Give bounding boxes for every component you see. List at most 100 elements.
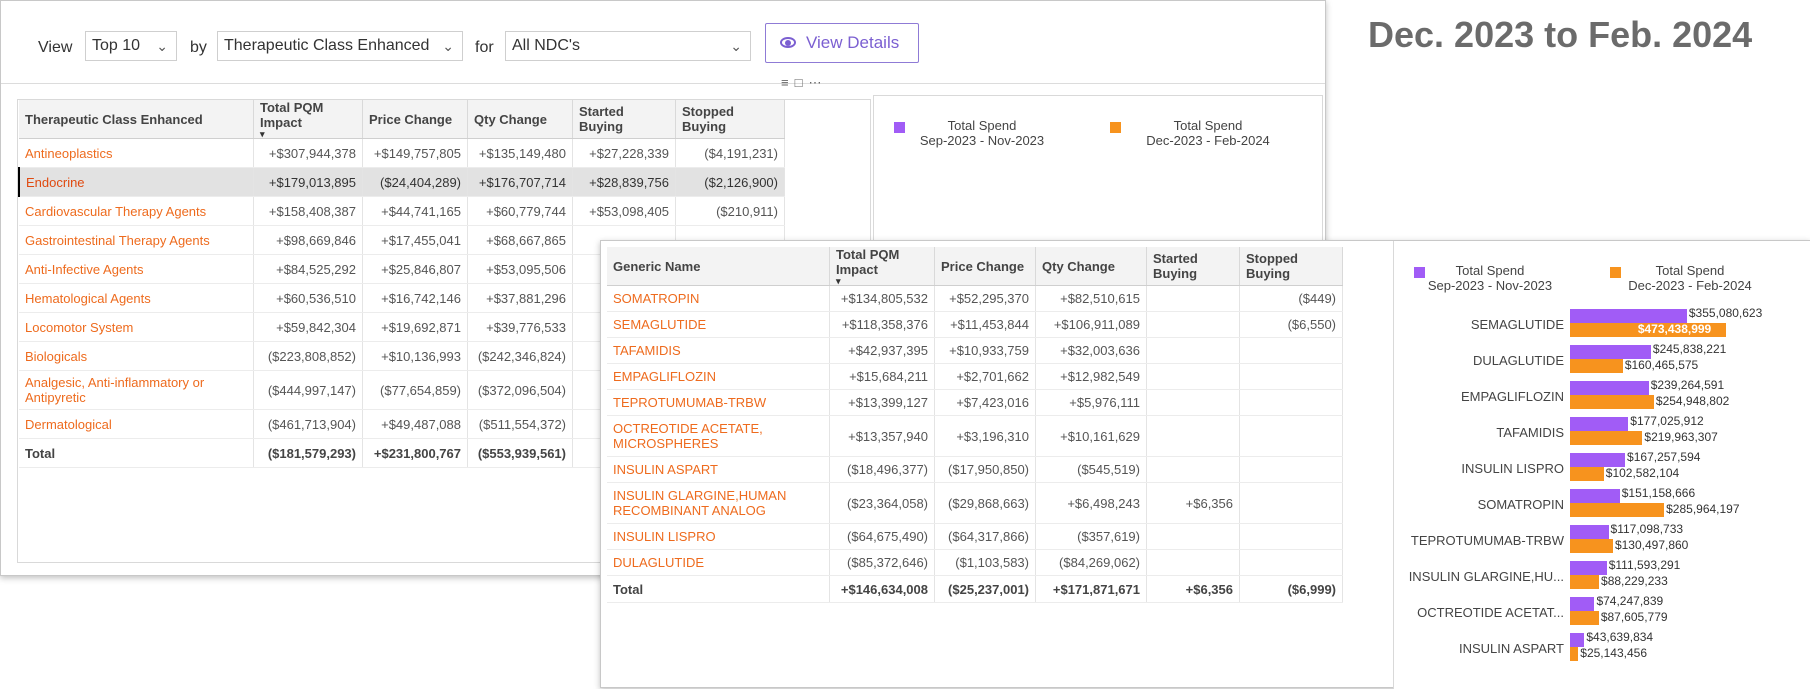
row-name-link[interactable]: SEMAGLUTIDE <box>607 311 830 338</box>
bar-value-label: $88,229,233 <box>1601 574 1668 588</box>
column-header-label: Total PQM Impact <box>260 100 324 130</box>
bar-series-2[interactable] <box>1570 575 1600 589</box>
row-name-link[interactable]: Antineoplastics <box>19 138 254 168</box>
cell-qty-change: ($242,346,824) <box>467 341 573 371</box>
column-header-started-buying[interactable]: Started Buying <box>1146 247 1240 286</box>
column-header-price-change[interactable]: Price Change <box>362 100 468 139</box>
cell-price-change: ($77,654,859) <box>362 370 468 410</box>
table-row[interactable]: OCTREOTIDE ACETATE, MICROSPHERES +$13,357… <box>607 415 1343 457</box>
ndc-filter-select[interactable]: All NDC's ⌄ <box>505 31 751 61</box>
sort-desc-icon[interactable]: ▾ <box>836 277 928 286</box>
cell-price-change: +$149,757,805 <box>362 138 468 168</box>
bar-series-1[interactable] <box>1570 489 1620 503</box>
row-name-link[interactable]: Hematological Agents <box>19 283 254 313</box>
spend-chart-panel: Total Spend Sep-2023 - Nov-2023 Total Sp… <box>1393 241 1810 689</box>
bar-series-2[interactable] <box>1570 467 1604 481</box>
row-name-link[interactable]: TAFAMIDIS <box>607 337 830 364</box>
top-n-select[interactable]: Top 10 ⌄ <box>85 31 177 61</box>
table-row[interactable]: DULAGLUTIDE ($85,372,646) ($1,103,583) ($84… <box>607 549 1343 576</box>
bar-series-1[interactable] <box>1570 561 1607 575</box>
row-name-link[interactable]: Biologicals <box>19 341 254 371</box>
column-header-stopped-buying[interactable]: Stopped Buying <box>675 100 785 139</box>
bar-series-1[interactable] <box>1570 597 1595 611</box>
for-label: for <box>475 39 494 56</box>
bar-series-1[interactable] <box>1570 381 1649 395</box>
row-name-link[interactable]: Dermatological <box>19 409 254 439</box>
more-icon[interactable]: ⋯ <box>808 75 827 90</box>
sort-desc-icon[interactable]: ▾ <box>260 130 356 139</box>
cell-qty-change: +$39,776,533 <box>467 312 573 342</box>
cell-total-pqm-impact: +$60,536,510 <box>253 283 363 313</box>
row-name-link[interactable]: Endocrine <box>18 167 254 197</box>
row-name-link[interactable]: EMPAGLIFLOZIN <box>607 363 830 390</box>
chevron-down-icon: ⌄ <box>442 38 454 54</box>
row-name-link[interactable]: OCTREOTIDE ACETATE, MICROSPHERES <box>607 415 830 457</box>
bar-series-1[interactable] <box>1570 309 1687 323</box>
column-header-qty-change[interactable]: Qty Change <box>1035 247 1147 286</box>
column-header-started-buying[interactable]: Started Buying <box>572 100 676 139</box>
bar-series-1[interactable] <box>1570 525 1609 539</box>
table-row[interactable]: TAFAMIDIS +$42,937,395 +$10,933,759 +$32,00… <box>607 337 1343 364</box>
cell-qty-change: +$68,667,865 <box>467 225 573 255</box>
row-name-link[interactable]: Anti-Infective Agents <box>19 254 254 284</box>
bar-series-2[interactable] <box>1570 359 1623 373</box>
cell-qty-change: ($357,619) <box>1035 523 1147 550</box>
eye-icon <box>780 37 796 48</box>
table-row[interactable]: INSULIN ASPART ($18,496,377) ($17,950,850)… <box>607 456 1343 483</box>
table-row[interactable]: SOMATROPIN +$134,805,532 +$52,295,370 +$82,… <box>607 285 1343 312</box>
table-row[interactable]: Cardiovascular Therapy Agents +$158,408,3… <box>19 196 785 226</box>
cell-qty-change: +$176,707,714 <box>467 167 573 197</box>
cell-started-buying <box>1146 549 1240 576</box>
row-name-link[interactable]: INSULIN ASPART <box>607 456 830 483</box>
table-row[interactable]: Endocrine +$179,013,895 ($24,404,289) +$176… <box>18 167 785 197</box>
row-name-link[interactable]: INSULIN LISPRO <box>607 523 830 550</box>
bar-series-2[interactable] <box>1570 539 1613 553</box>
table-row[interactable]: INSULIN GLARGINE,HUMAN RECOMBINANT ANALO… <box>607 482 1343 524</box>
row-name-link[interactable]: Gastrointestinal Therapy Agents <box>19 225 254 255</box>
column-header-qty-change[interactable]: Qty Change <box>467 100 573 139</box>
cell-total-pqm-impact: +$134,805,532 <box>829 285 935 312</box>
cell-total-pqm-impact: ($223,808,852) <box>253 341 363 371</box>
column-header-price-change[interactable]: Price Change <box>934 247 1036 286</box>
cell-total-pqm-impact: +$118,358,376 <box>829 311 935 338</box>
row-name-link[interactable]: TEPROTUMUMAB-TRBW <box>607 389 830 416</box>
column-header-stopped-buying[interactable]: Stopped Buying <box>1239 247 1343 286</box>
bar-series-2[interactable] <box>1570 611 1599 625</box>
category-label: INSULIN LISPRO <box>1461 461 1564 476</box>
bar-series-1[interactable] <box>1570 633 1585 647</box>
table-row[interactable]: INSULIN LISPRO ($64,675,490) ($64,317,866)… <box>607 523 1343 550</box>
table-row[interactable]: Antineoplastics +$307,944,378 +$149,757,80… <box>19 138 785 168</box>
view-details-button[interactable]: View Details <box>765 23 919 63</box>
group-by-select[interactable]: Therapeutic Class Enhanced ⌄ <box>217 31 463 61</box>
legend-range: Dec-2023 - Feb-2024 <box>1146 133 1270 148</box>
bar-series-2[interactable] <box>1570 647 1579 661</box>
column-header-therapeutic-class-enhanced[interactable]: Therapeutic Class Enhanced <box>19 100 254 139</box>
row-name-link[interactable]: Cardiovascular Therapy Agents <box>19 196 254 226</box>
table-row[interactable]: TEPROTUMUMAB-TRBW +$13,399,127 +$7,423,016… <box>607 389 1343 416</box>
group-by-value: Therapeutic Class Enhanced <box>224 37 430 54</box>
row-name-link[interactable]: Locomotor System <box>19 312 254 342</box>
bar-series-1[interactable] <box>1570 345 1651 359</box>
cell-started-buying <box>1146 285 1240 312</box>
cell-started-buying <box>1146 337 1240 364</box>
expand-icon[interactable]: □ <box>795 75 809 90</box>
bar-value-label: $102,582,104 <box>1605 466 1680 480</box>
row-name-link[interactable]: Analgesic, Anti-inflammatory or Antipyre… <box>19 370 254 410</box>
bar-series-1[interactable] <box>1570 417 1629 431</box>
column-header-total-pqm-impact[interactable]: Total PQM Impact ▾ <box>253 100 363 139</box>
table-row[interactable]: EMPAGLIFLOZIN +$15,684,211 +$2,701,662 +$12… <box>607 363 1343 390</box>
legend-swatch-purple <box>894 122 905 133</box>
bar-series-2[interactable] <box>1570 503 1665 517</box>
category-label: INSULIN ASPART <box>1459 641 1564 656</box>
column-header-generic-name[interactable]: Generic Name <box>607 247 830 286</box>
bar-series-2[interactable] <box>1570 431 1643 445</box>
row-name-link[interactable]: INSULIN GLARGINE,HUMAN RECOMBINANT ANALO… <box>607 482 830 524</box>
bar-series-1[interactable] <box>1570 453 1626 467</box>
row-name-link[interactable]: SOMATROPIN <box>607 285 830 312</box>
table-row[interactable]: SEMAGLUTIDE +$118,358,376 +$11,453,844 +$10… <box>607 311 1343 338</box>
bar-value-label: $160,465,575 <box>1624 358 1699 372</box>
filter-icon[interactable]: ≡ <box>781 75 795 90</box>
column-header-total-pqm-impact[interactable]: Total PQM Impact ▾ <box>829 247 935 286</box>
row-name-link[interactable]: DULAGLUTIDE <box>607 549 830 576</box>
bar-series-2[interactable] <box>1570 395 1654 409</box>
